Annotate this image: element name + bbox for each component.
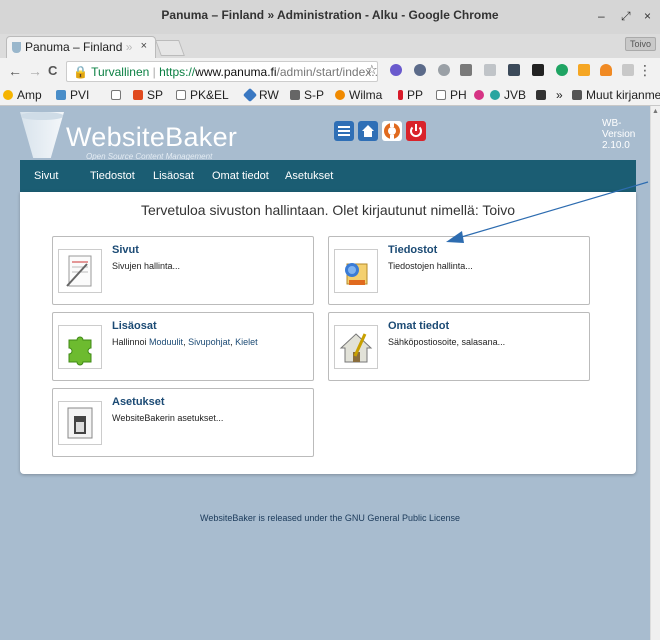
annotation-arrow [446, 181, 649, 243]
